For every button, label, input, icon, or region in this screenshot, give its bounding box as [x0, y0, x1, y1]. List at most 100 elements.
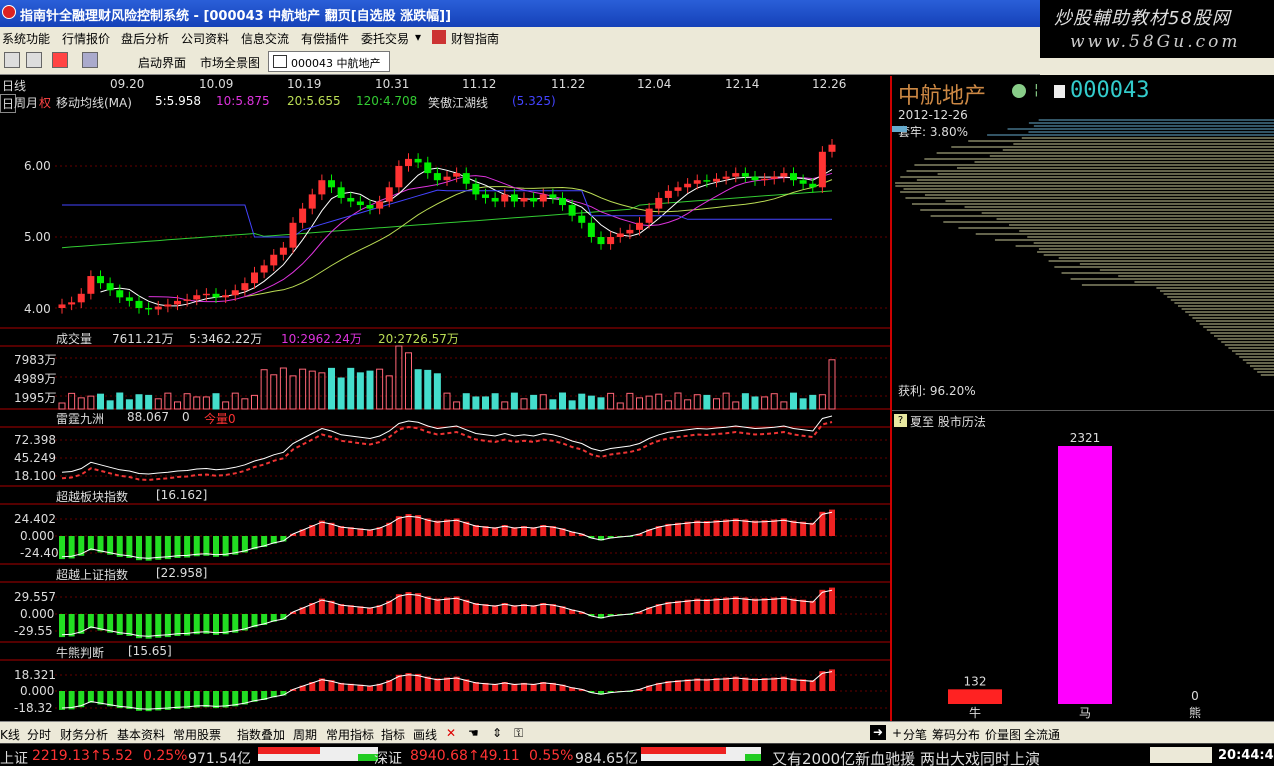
bullbear-bar	[155, 691, 162, 711]
almanac-chart: 132 牛 2321 马 0 熊	[948, 431, 1201, 720]
bullbear-bar	[713, 678, 720, 691]
bullbear-bar	[752, 678, 758, 691]
candle-body	[770, 176, 778, 179]
sz-label: 深证	[374, 751, 402, 766]
volume-bar	[116, 392, 124, 410]
candle-body	[568, 205, 576, 216]
sector-bar	[790, 520, 797, 536]
window-title: 指南针全融理财风险控制系统 - [000043 中航地产 翻页[自选股 涨跌幅]…	[20, 9, 452, 24]
menu-quotes[interactable]: 行情报价	[62, 30, 110, 47]
bullbear-bar	[723, 677, 730, 691]
btn-float[interactable]: 全流通	[1024, 726, 1060, 743]
volume-bar	[732, 401, 740, 410]
shindex-bar	[684, 599, 691, 614]
market-overview-button[interactable]: 市场全景图	[200, 54, 260, 71]
candle-body	[607, 237, 615, 245]
btn-price-volume[interactable]: 价量图	[985, 726, 1021, 743]
candle-body	[818, 151, 826, 188]
help-icon[interactable]	[52, 52, 68, 68]
shindex-bar	[761, 598, 768, 614]
lock-icon[interactable]: ⚿	[514, 726, 523, 741]
volume-bar	[328, 367, 335, 410]
btn-common-stocks[interactable]: 常用股票	[173, 726, 221, 743]
candle-body	[366, 205, 374, 209]
close-icon[interactable]: ✕	[446, 726, 456, 740]
btn-kline[interactable]: K线	[0, 726, 20, 743]
btn-indicators[interactable]: 指标	[381, 726, 405, 743]
menu-system[interactable]: 系统功能	[2, 30, 50, 47]
bullbear-tick-3: -18.32	[14, 701, 53, 715]
btn-period[interactable]: 周期	[293, 726, 317, 743]
candle-body	[664, 190, 672, 198]
sh-value: 2219.13	[32, 748, 90, 764]
price-tick-5: 5.00	[24, 230, 51, 244]
candle-body	[597, 237, 605, 245]
volume-bar	[799, 398, 807, 410]
candle-body	[453, 173, 461, 177]
sector-bar	[434, 520, 441, 536]
sector-bar	[684, 521, 691, 536]
tab-month[interactable]: 月	[26, 94, 38, 111]
stock-tab[interactable]: 000043 中航地产	[268, 51, 390, 72]
bullbear-bar	[116, 691, 123, 709]
tab-week[interactable]: 周	[14, 94, 26, 111]
bullbear-bar	[819, 671, 826, 691]
volume-value: 7611.21万	[112, 332, 174, 346]
volume-bar	[337, 377, 345, 410]
arrow-right-icon[interactable]: ➜	[870, 725, 886, 740]
tab-rights[interactable]: 权	[39, 94, 51, 111]
btn-index-overlay[interactable]: 指数叠加	[237, 726, 285, 743]
candle-body	[279, 247, 287, 255]
btn-finance[interactable]: 财务分析	[60, 726, 108, 743]
hand-icon[interactable]: ☚	[468, 726, 479, 740]
candle-body	[405, 158, 412, 166]
ma-title: 移动均线(MA)	[56, 96, 132, 110]
tray-icons[interactable]	[1150, 747, 1212, 763]
toolbar-extension	[1040, 58, 1274, 75]
candle-body	[222, 295, 230, 298]
menu-info[interactable]: 信息交流	[241, 30, 289, 47]
screen-icon[interactable]	[82, 52, 98, 68]
chevron-down-icon[interactable]: ▾	[415, 30, 421, 44]
candle-body	[722, 176, 730, 179]
plus-icon[interactable]: +	[892, 726, 902, 740]
news-ticker[interactable]: 又有2000亿新血驰援 两出大戏同时上演	[772, 748, 1040, 766]
candle-body	[703, 180, 711, 182]
almanac-bar	[948, 689, 1002, 704]
menu-guide[interactable]: 财智指南	[451, 30, 499, 47]
sector-bar	[732, 518, 739, 536]
volume-bar	[790, 392, 797, 410]
sz-breadth-bar	[641, 747, 761, 761]
start-screen-button[interactable]: 启动界面	[138, 54, 186, 71]
volume-ma10: 10:2962.24万	[281, 332, 362, 346]
sector-bar	[155, 536, 162, 560]
menu-company[interactable]: 公司资料	[181, 30, 229, 47]
candle-body	[183, 299, 191, 301]
move-icon[interactable]: ⇕	[492, 726, 502, 740]
btn-draw-line[interactable]: 画线	[413, 726, 437, 743]
candle-body	[385, 187, 393, 202]
volume-bar	[741, 393, 749, 410]
btn-chip[interactable]: 筹码分布	[932, 726, 980, 743]
menu-analysis[interactable]: 盘后分析	[121, 30, 169, 47]
user-icon[interactable]	[26, 52, 42, 68]
question-icon[interactable]: ?	[894, 414, 907, 427]
menu-plugins[interactable]: 有偿插件	[301, 30, 349, 47]
volume-bar	[318, 372, 326, 410]
btn-intraday[interactable]: 分时	[27, 726, 51, 743]
volume-bar	[87, 395, 95, 410]
menu-trade[interactable]: 委托交易	[361, 30, 409, 47]
grid-icon[interactable]	[4, 52, 20, 68]
kline-chart-area[interactable]: 日线 09.20 10.09 10.19 10.31 11.12 11.22 12.04 12…	[0, 76, 890, 721]
app-window: 指南针全融理财风险控制系统 - [000043 中航地产 翻页[自选股 涨跌幅]…	[0, 0, 1274, 766]
date-tick: 10.19	[287, 77, 322, 91]
almanac-header: ? 夏至 股市历法	[892, 410, 1274, 430]
btn-tick[interactable]: 分笔	[903, 726, 927, 743]
btn-basic-info[interactable]: 基本资料	[117, 726, 165, 743]
volume-bar	[154, 398, 162, 410]
watermark: 炒股輔助教材58股网 www.58Gu.com	[1040, 0, 1274, 58]
btn-common-indicators[interactable]: 常用指标	[326, 726, 374, 743]
volume-bar	[539, 394, 547, 410]
jianghu-line	[62, 189, 832, 238]
shindex-bar	[694, 598, 701, 614]
